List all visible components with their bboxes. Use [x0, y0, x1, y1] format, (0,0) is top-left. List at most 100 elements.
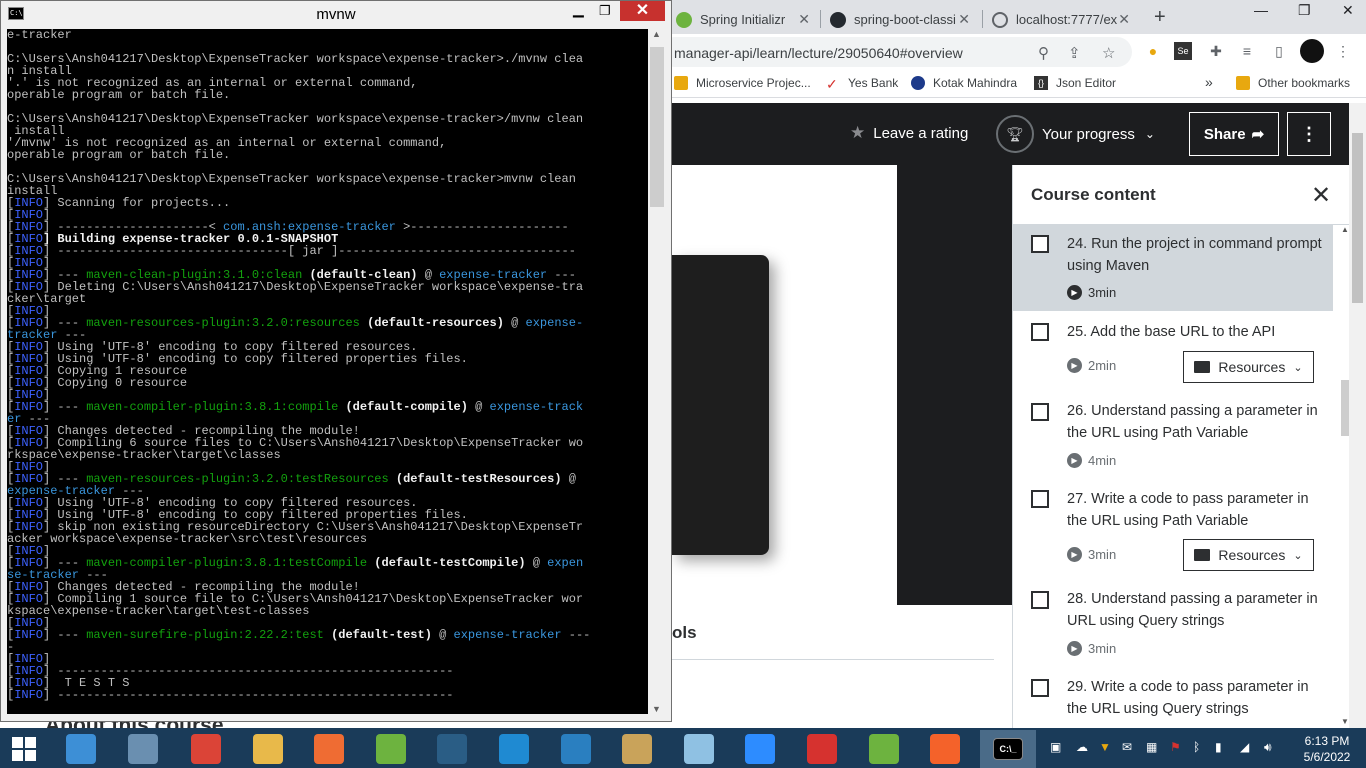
bookmark-star-icon[interactable]: ☆	[1102, 44, 1115, 62]
lecture-checkbox[interactable]	[1031, 323, 1049, 341]
side-panel-icon[interactable]: ▯	[1270, 42, 1288, 60]
tray-app-icon[interactable]: ▣	[1050, 740, 1061, 754]
tray-mail-icon[interactable]: ✉	[1122, 740, 1132, 754]
taskbar-app[interactable]	[917, 730, 973, 768]
volume-icon[interactable]: 🔊︎	[1264, 740, 1272, 755]
page-scrollbar[interactable]	[1349, 103, 1366, 728]
puzzle-icon[interactable]: ✚	[1207, 42, 1225, 60]
close-window-icon[interactable]: ✕	[1342, 2, 1354, 19]
close-icon[interactable]: ✕	[958, 11, 970, 28]
console-segment: acker workspace\expense-tracker\src\test…	[7, 532, 368, 546]
taskbar-app[interactable]: C:\_	[980, 730, 1036, 768]
console-segment: @	[561, 472, 576, 486]
maximize-icon[interactable]: ❐	[1298, 2, 1311, 19]
taskbar-app[interactable]	[486, 730, 542, 768]
console-titlebar[interactable]: C:\ mvnw ▁ ❐ ✕	[1, 1, 671, 27]
tray-cloud-icon[interactable]: ☁	[1076, 740, 1088, 754]
tab-spring-initializr[interactable]: Spring Initializr ✕	[668, 5, 818, 34]
lecture-checkbox[interactable]	[1031, 591, 1049, 609]
lecture-checkbox[interactable]	[1031, 490, 1049, 508]
folder-icon	[674, 76, 688, 90]
lecture-item[interactable]: 29. Write a code to pass parameter in th…	[1013, 669, 1333, 728]
taskbar-app[interactable]	[856, 730, 912, 768]
close-window-icon[interactable]: ✕	[620, 1, 665, 21]
address-bar[interactable]: manager-api/learn/lecture/29050640#overv…	[660, 37, 1132, 67]
extension-icon[interactable]: ●	[1144, 42, 1162, 60]
scrollbar-thumb[interactable]	[650, 47, 664, 207]
close-icon[interactable]: ✕	[1311, 181, 1331, 210]
console-scrollbar[interactable]: ▲ ▼	[649, 29, 665, 714]
taskbar-app[interactable]	[240, 730, 296, 768]
console-segment: (default-test)	[323, 628, 432, 642]
bookmark-yes-bank[interactable]: ✓ Yes Bank	[826, 76, 898, 92]
taskbar-app[interactable]	[53, 730, 109, 768]
taskbar-app[interactable]	[178, 730, 234, 768]
taskbar-app[interactable]	[115, 730, 171, 768]
taskbar-app[interactable]	[671, 730, 727, 768]
tray-flag-icon[interactable]: ⚑	[1170, 740, 1181, 754]
lecture-checkbox[interactable]	[1031, 679, 1049, 697]
taskbar-app[interactable]	[794, 730, 850, 768]
selenium-icon[interactable]: Se	[1174, 42, 1192, 60]
new-tab-button[interactable]: +	[1154, 6, 1166, 29]
console-output[interactable]: e-tracker C:\Users\Ansh041217\Desktop\Exp…	[7, 29, 648, 714]
taskbar-app[interactable]	[301, 730, 357, 768]
scrollbar-thumb[interactable]	[1352, 133, 1363, 303]
share-button[interactable]: Share ➦	[1189, 112, 1279, 156]
lecture-item[interactable]: 26. Understand passing a parameter in th…	[1013, 393, 1333, 481]
scroll-down-icon[interactable]: ▼	[1341, 717, 1349, 726]
lecture-item[interactable]: 27. Write a code to pass parameter in th…	[1013, 481, 1333, 579]
taskbar-app[interactable]	[363, 730, 419, 768]
battery-icon[interactable]: ▮	[1215, 740, 1222, 754]
scroll-up-icon[interactable]: ▲	[652, 29, 661, 39]
console-segment: expense-track	[489, 400, 584, 414]
taskbar-app[interactable]	[609, 730, 665, 768]
zoom-icon[interactable]: ⚲	[1038, 44, 1049, 62]
scroll-up-icon[interactable]: ▲	[1341, 225, 1349, 234]
bluetooth-icon[interactable]: ᛒ	[1193, 740, 1200, 754]
more-options-button[interactable]: ⋮	[1287, 112, 1331, 156]
lecture-checkbox[interactable]	[1031, 235, 1049, 253]
lecture-checkbox[interactable]	[1031, 403, 1049, 421]
system-clock[interactable]: 6:13 PM 5/6/2022	[1297, 733, 1357, 765]
close-icon[interactable]: ✕	[798, 11, 810, 28]
share-page-icon[interactable]: ⇪	[1068, 44, 1081, 62]
notepad-icon	[683, 734, 714, 764]
wifi-icon[interactable]: ◢	[1240, 740, 1249, 754]
bookmarks-overflow-button[interactable]: »	[1205, 74, 1213, 90]
tab-localhost[interactable]: localhost:7777/ex ✕	[984, 5, 1140, 34]
chevron-down-icon: ⌄	[1144, 127, 1155, 141]
lecture-item[interactable]: 28. Understand passing a parameter in UR…	[1013, 581, 1333, 669]
menu-icon[interactable]: ⋮	[1334, 42, 1352, 60]
minimize-icon[interactable]: ▁	[573, 1, 584, 18]
reading-list-icon[interactable]: ≡	[1238, 42, 1256, 60]
bookmark-microservice[interactable]: Microservice Projec...	[674, 76, 811, 90]
console-line: [INFO] Copying 0 resource	[7, 377, 590, 389]
resources-button[interactable]: Resources ⌄	[1183, 351, 1314, 383]
lecture-item[interactable]: 24. Run the project in command prompt us…	[1013, 225, 1333, 311]
bookmark-other[interactable]: Other bookmarks	[1236, 76, 1350, 90]
yes-bank-icon: ✓	[826, 76, 838, 92]
tray-network-icon[interactable]: ▦	[1146, 740, 1157, 754]
taskbar-app[interactable]	[548, 730, 604, 768]
taskbar-app[interactable]	[732, 730, 788, 768]
bookmark-kotak[interactable]: Kotak Mahindra	[911, 76, 1017, 90]
start-button[interactable]	[12, 737, 36, 761]
bookmark-json-editor[interactable]: {} Json Editor	[1034, 76, 1116, 90]
console-window[interactable]: C:\ mvnw ▁ ❐ ✕ e-tracker C:\Users\Ansh041…	[0, 0, 672, 722]
maximize-icon[interactable]: ❐	[599, 3, 611, 19]
scroll-down-icon[interactable]: ▼	[652, 704, 661, 714]
resources-button[interactable]: Resources ⌄	[1183, 539, 1314, 571]
lecture-item[interactable]: 25. Add the base URL to the API ▶ 2min R…	[1013, 313, 1333, 391]
console-segment: expen	[547, 556, 584, 570]
tools-tab[interactable]: ols	[672, 623, 697, 643]
avatar[interactable]	[1300, 39, 1324, 63]
tray-vlc-icon[interactable]: ▼	[1099, 740, 1111, 754]
close-icon[interactable]: ✕	[1118, 11, 1130, 28]
leave-rating-button[interactable]: ★ Leave a rating	[850, 123, 968, 143]
console-segment: @	[431, 628, 454, 642]
taskbar-app[interactable]	[424, 730, 480, 768]
tab-github[interactable]: spring-boot-classi ✕	[822, 5, 982, 34]
minimize-icon[interactable]: —	[1254, 2, 1268, 18]
progress-button[interactable]: 🏆︎ Your progress ⌄	[996, 115, 1155, 153]
